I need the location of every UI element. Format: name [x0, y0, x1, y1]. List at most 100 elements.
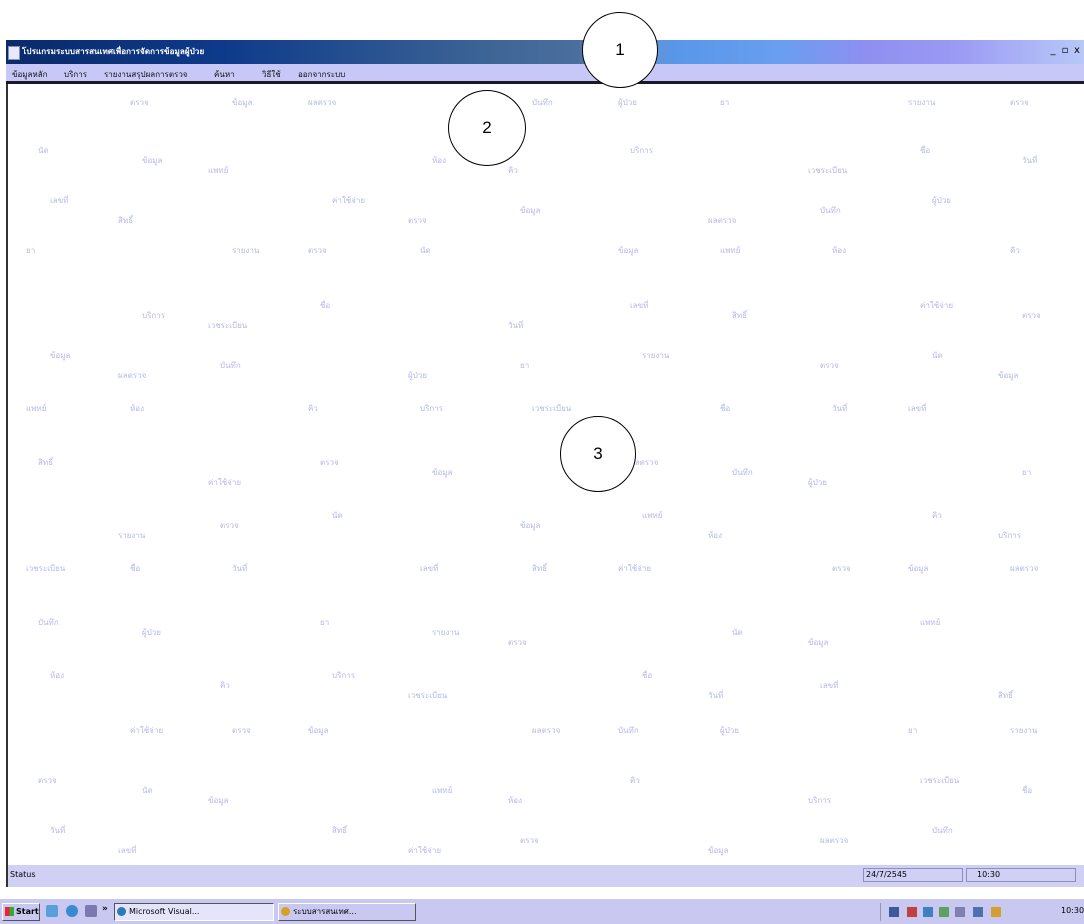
background-entry: ข้อมูล — [520, 521, 541, 530]
menu-bar: ข้อมูลหลัก บริการ รายงานสรุปผลการตรวจ ค้… — [6, 64, 1084, 84]
close-button[interactable]: x — [1070, 44, 1084, 58]
background-entry: บันทึก — [220, 361, 241, 370]
background-entry: ค่าใช้จ่าย — [618, 564, 652, 573]
taskbar-button[interactable]: ระบบสารสนเทศ... — [278, 903, 416, 921]
background-entry: ข้อมูล — [432, 468, 453, 477]
background-entry: บันทึก — [532, 98, 553, 107]
menu-item-search[interactable]: ค้นหา — [214, 68, 235, 81]
background-entry: นัด — [142, 786, 153, 795]
background-entry: นัด — [332, 511, 343, 520]
app-icon — [117, 907, 126, 916]
background-entry: ตรวจ — [1010, 98, 1029, 107]
background-entry: ผลตรวจ — [308, 98, 337, 107]
background-entry: ข้อมูล — [208, 796, 229, 805]
background-entry: เลขที่ — [908, 404, 927, 413]
background-entry: ตรวจ — [820, 361, 839, 370]
tray-icon[interactable] — [889, 907, 899, 917]
media-icon[interactable] — [85, 905, 97, 917]
background-entry: บริการ — [998, 531, 1022, 540]
menu-item-logout[interactable]: ออกจากระบบ — [298, 68, 345, 81]
background-entry: ข้อมูล — [232, 98, 253, 107]
background-entry: รายงาน — [1010, 726, 1038, 735]
background-entry: คิว — [308, 404, 318, 413]
menu-item-services[interactable]: บริการ — [64, 68, 87, 81]
background-entry: ชื่อ — [642, 671, 653, 680]
background-entry: เวชระเบียน — [808, 166, 848, 175]
tray-icon[interactable] — [973, 907, 983, 917]
background-entry: ตรวจ — [508, 638, 527, 647]
background-entry: ยา — [520, 361, 530, 370]
background-entry: ข้อมูล — [308, 726, 329, 735]
background-entry: เวชระเบียน — [920, 776, 960, 785]
background-entry: ค่าใช้จ่าย — [208, 478, 242, 487]
background-entry: ยา — [26, 246, 36, 255]
background-entry: ผู้ป่วย — [808, 478, 827, 487]
clock: 10:30 — [1061, 906, 1084, 915]
background-entry: ห้อง — [508, 796, 522, 805]
background-entry: คิว — [1010, 246, 1020, 255]
tray-icon[interactable] — [991, 907, 1001, 917]
menu-item-reports[interactable]: รายงานสรุปผลการตรวจ — [104, 68, 188, 81]
background-entry: ค่าใช้จ่าย — [130, 726, 164, 735]
background-entry: ผลตรวจ — [1010, 564, 1039, 573]
background-entry: บันทึก — [38, 618, 59, 627]
background-entry: ยา — [1022, 468, 1032, 477]
background-entry: เลขที่ — [420, 564, 439, 573]
background-entry: นัด — [732, 628, 743, 637]
background-entry: ห้อง — [832, 246, 846, 255]
background-entry: แพทย์ — [432, 786, 453, 795]
background-entry: เวชระเบียน — [26, 564, 66, 573]
background-entry: ข้อมูล — [998, 371, 1019, 380]
background-entry: สิทธิ์ — [332, 826, 348, 835]
window-title: โปรแกรมระบบสารสนเทศเพื่อการจัดการข้อมูลผ… — [22, 47, 205, 56]
status-bar: Status 24/7/2545 10:30 — [6, 865, 1084, 887]
background-entry: ผู้ป่วย — [720, 726, 739, 735]
background-entry: ตรวจ — [520, 836, 539, 845]
tray-icon[interactable] — [955, 907, 965, 917]
callout-marker: 2 — [448, 90, 526, 166]
system-tray: 10:30 — [880, 903, 1084, 921]
taskbar-button[interactable]: Microsoft Visual... — [114, 903, 274, 921]
app-icon[interactable] — [8, 46, 20, 60]
background-entry: ผู้ป่วย — [618, 98, 637, 107]
title-bar[interactable]: โปรแกรมระบบสารสนเทศเพื่อการจัดการข้อมูลผ… — [6, 40, 1084, 64]
background-entry: แพทย์ — [720, 246, 741, 255]
tray-icon[interactable] — [907, 907, 917, 917]
background-entry: ข้อมูล — [618, 246, 639, 255]
callout-marker: 3 — [560, 416, 636, 492]
background-entry: เลขที่ — [118, 846, 137, 855]
background-entry: เลขที่ — [50, 196, 69, 205]
background-entry: แพทย์ — [26, 404, 47, 413]
background-entry: คิว — [508, 166, 518, 175]
background-entry: ข้อมูล — [708, 846, 729, 855]
quick-launch-more-icon[interactable]: » — [102, 904, 108, 914]
callout-marker: 1 — [582, 12, 658, 88]
background-entry: ผู้ป่วย — [408, 371, 427, 380]
desktop-icon[interactable] — [46, 905, 58, 917]
background-entry: นัด — [38, 146, 49, 155]
background-entry: ข้อมูล — [808, 638, 829, 647]
background-entry: ค่าใช้จ่าย — [332, 196, 366, 205]
background-entry: แพทย์ — [642, 511, 663, 520]
browser-icon[interactable] — [66, 905, 78, 917]
menu-item-help[interactable]: วิธีใช้ — [262, 68, 281, 81]
background-entry: ข้อมูล — [50, 351, 71, 360]
background-entry: บันทึก — [618, 726, 639, 735]
background-entry: ชื่อ — [130, 564, 141, 573]
tray-icon[interactable] — [939, 907, 949, 917]
background-entry: ห้อง — [432, 156, 446, 165]
background-entry: เวชระเบียน — [408, 691, 448, 700]
taskbar: Start » Microsoft Visual... ระบบสารสนเทศ… — [0, 898, 1084, 924]
background-entry: ผลตรวจ — [708, 216, 737, 225]
background-entry: คิว — [932, 511, 942, 520]
taskbar-button-label: Microsoft Visual... — [129, 907, 200, 916]
background-entry: ตรวจ — [832, 564, 851, 573]
background-entry: บันทึก — [820, 206, 841, 215]
background-entry: ยา — [720, 98, 730, 107]
start-button[interactable]: Start — [2, 903, 40, 921]
menu-item-main-data[interactable]: ข้อมูลหลัก — [12, 68, 47, 81]
background-entry: ชื่อ — [720, 404, 731, 413]
background-entry: รายงาน — [118, 531, 146, 540]
tray-icon[interactable] — [923, 907, 933, 917]
background-entry: ผู้ป่วย — [142, 628, 161, 637]
